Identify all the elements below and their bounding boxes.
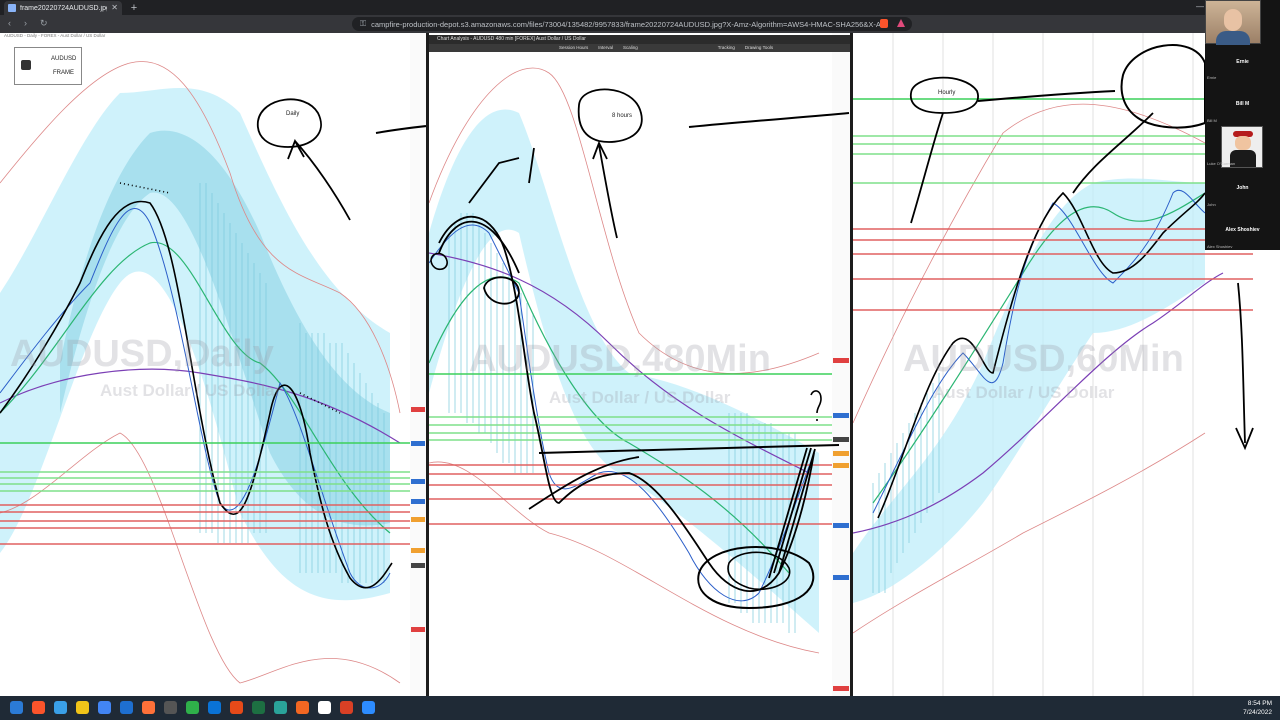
arrow-8h-to-hourly: [688, 112, 850, 128]
arrow-hourly-stroke: [910, 112, 944, 224]
taskbar-app-icon[interactable]: [230, 701, 243, 714]
annotation-daily: Daily: [286, 111, 300, 117]
browser-toolbar: ‹ › ↻ ⚿ campfire-production-depot.s3.ama…: [0, 15, 1280, 33]
participant-label: Ernie: [1207, 75, 1217, 80]
participant-name: Ernie: [1236, 59, 1249, 65]
forward-icon[interactable]: ›: [24, 18, 27, 28]
image-viewer: AUDUSD - Daily - FOREX - Aust Dollar / U…: [0, 33, 1280, 696]
image-file-icon: [8, 4, 16, 12]
annotation-8h: 8 hours: [612, 113, 633, 119]
taskbar-app-icon[interactable]: [274, 701, 287, 714]
face: [1235, 136, 1251, 150]
address-bar[interactable]: ⚿ campfire-production-depot.s3.amazonaws…: [352, 17, 912, 31]
taskbar-app-icon[interactable]: [120, 701, 133, 714]
participant-name: Alex Shoshiev: [1225, 227, 1260, 233]
legend-symbol: AUDUSD: [51, 56, 77, 62]
shirt: [1216, 31, 1250, 45]
participant-label: Bill M: [1207, 118, 1217, 123]
legend-frame: FRAME: [53, 70, 74, 76]
chart-daily-watermark: AUDUSD,Daily: [10, 333, 274, 375]
chart-logo-box: AUDUSD FRAME: [14, 47, 82, 85]
minimize-icon[interactable]: —: [1196, 2, 1204, 11]
windows-taskbar: 8:54 PM 7/24/2022: [0, 696, 1280, 720]
trader-figure-icon: [21, 60, 31, 70]
taskbar-app-icon[interactable]: [318, 701, 331, 714]
annotation-hourly: Hourly: [938, 90, 956, 96]
browser-tab[interactable]: frame20220724AUDUSD.jpg (38… ✕: [4, 1, 122, 15]
back-icon[interactable]: ‹: [8, 18, 11, 28]
arrow-daily-stroke: [287, 138, 351, 221]
taskbar-app-icon[interactable]: [54, 701, 67, 714]
tool-scaling[interactable]: Scaling: [623, 44, 638, 52]
system-clock[interactable]: 8:54 PM 7/24/2022: [1243, 699, 1272, 717]
tool-interval[interactable]: Interval: [598, 44, 613, 52]
self-video-tile[interactable]: [1205, 0, 1261, 45]
chart-1h-subwatermark: Aust Dollar / US Dollar: [933, 383, 1115, 402]
taskbar-app-icon[interactable]: [186, 701, 199, 714]
participant-label: Alex Shoshiev: [1207, 244, 1233, 249]
taskbar-app-icon[interactable]: [142, 701, 155, 714]
circle-daily: [256, 98, 322, 148]
taskbar-app-icon[interactable]: [252, 701, 265, 714]
price-axis: [410, 33, 426, 696]
drop-arrow: [1235, 282, 1254, 451]
brave-rewards-icon[interactable]: [897, 19, 905, 27]
url-text[interactable]: campfire-production-depot.s3.amazonaws.c…: [371, 20, 904, 29]
taskbar-app-icon[interactable]: [98, 701, 111, 714]
reload-icon[interactable]: ↻: [40, 18, 48, 29]
close-tab-icon[interactable]: ✕: [111, 4, 118, 12]
taskbar-app-icon[interactable]: [208, 701, 221, 714]
price-axis: [832, 33, 850, 696]
participant-name: John: [1236, 185, 1249, 191]
inner-toolbar: Session Hours Interval Scaling Tracking …: [429, 44, 850, 52]
tab-title: frame20220724AUDUSD.jpg (38…: [20, 4, 108, 12]
taskbar-app-icon[interactable]: [362, 701, 375, 714]
chart-8h-subwatermark: Aust Dollar / US Dollar: [549, 388, 731, 407]
participant-label: Luke O'Gorman: [1207, 161, 1236, 166]
tool-session-hours[interactable]: Session Hours: [559, 44, 588, 52]
chart-daily: AUDUSD - Daily - FOREX - Aust Dollar / U…: [0, 33, 426, 696]
tool-drawing-tools[interactable]: Drawing Tools: [745, 44, 773, 52]
taskbar-app-icon[interactable]: [340, 701, 353, 714]
participant-name: Bill M: [1235, 101, 1250, 107]
arrow-8h-stroke: [592, 140, 618, 239]
clock-time: 8:54 PM: [1247, 700, 1272, 707]
chart-8h: Chart Analysis - AUDUSD 480 min [FOREX] …: [429, 33, 850, 696]
taskbar-app-icon[interactable]: [76, 701, 89, 714]
chart-daily-header: AUDUSD - Daily - FOREX - Aust Dollar / U…: [4, 33, 106, 38]
circle-5m: [1120, 44, 1206, 129]
clock-date: 7/24/2022: [1243, 709, 1272, 716]
chart-daily-subwatermark: Aust Dollar / US Dollar: [100, 381, 282, 400]
brave-shield-icon[interactable]: [880, 19, 888, 28]
taskbar-app-icon[interactable]: [32, 701, 45, 714]
taskbar-app-icon[interactable]: [10, 701, 23, 714]
face: [1224, 9, 1242, 31]
circle-8h: [577, 88, 643, 143]
participant-label: John: [1207, 202, 1216, 207]
chart-8h-watermark: AUDUSD,480Min: [469, 338, 771, 380]
taskbar-app-icon[interactable]: [164, 701, 177, 714]
inner-window-title: Chart Analysis - AUDUSD 480 min [FOREX] …: [429, 35, 850, 44]
new-tab-button[interactable]: +: [128, 2, 140, 14]
lock-icon: ⚿: [360, 19, 367, 28]
chart-1h-watermark: AUDUSD,60Min: [903, 338, 1184, 380]
taskbar-app-icon[interactable]: [296, 701, 309, 714]
tool-tracking[interactable]: Tracking: [718, 44, 735, 52]
browser-tabstrip: frame20220724AUDUSD.jpg (38… ✕ + —: [0, 0, 1280, 15]
